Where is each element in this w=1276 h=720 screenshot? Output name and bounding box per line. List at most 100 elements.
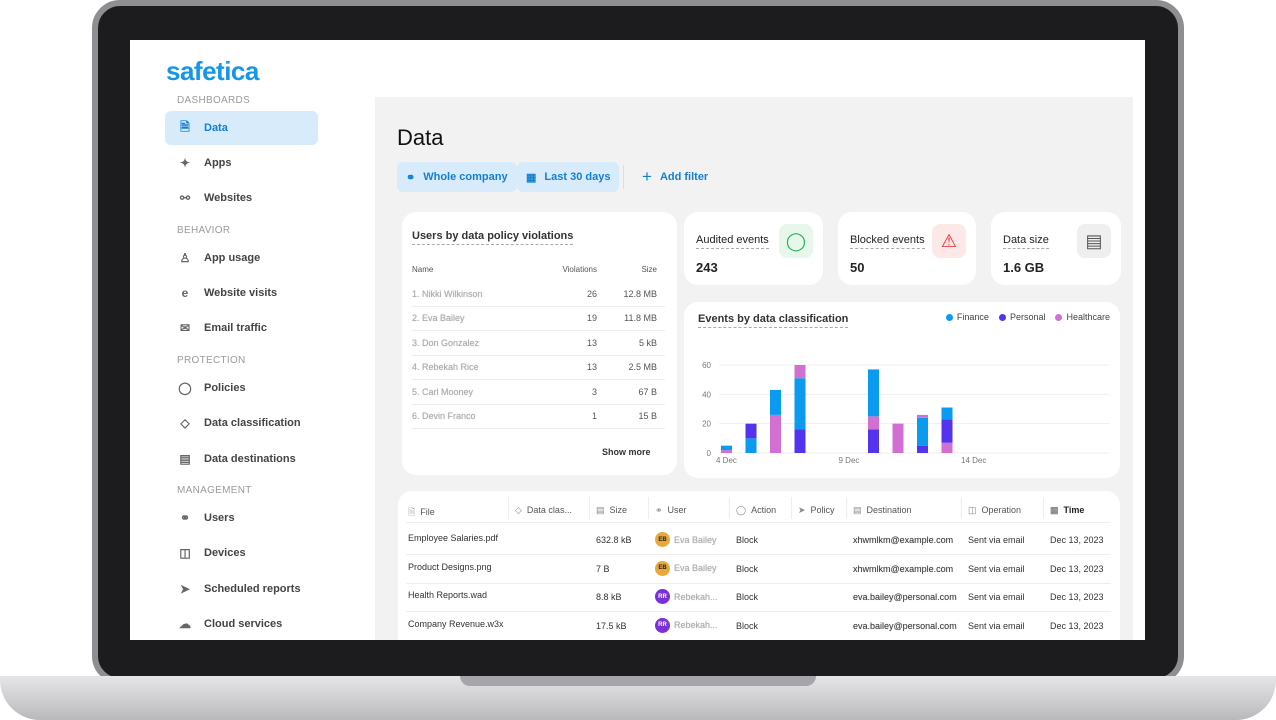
column-header-label: User — [667, 505, 687, 515]
sidebar-item-devices[interactable]: ◫ Devices — [165, 536, 318, 570]
sidebar-item-data-classification[interactable]: ◇ Data classification — [165, 406, 318, 440]
bar-segment-personal — [917, 445, 928, 453]
sidebar-item-app-usage[interactable]: ♙ App usage — [165, 241, 318, 275]
column-icon: ▦ — [1050, 505, 1059, 515]
user-name: 4. Rebekah Rice — [412, 362, 479, 373]
column-header[interactable]: ◇ Data clas... — [515, 505, 572, 516]
sidebar-item-label: Scheduled reports — [204, 583, 301, 595]
file-name: Product Designs.png — [408, 561, 492, 572]
operation: Sent via email — [968, 563, 1025, 574]
sidebar-item-website-visits[interactable]: e Website visits — [165, 276, 318, 310]
shield-icon: ◯ — [779, 224, 813, 258]
violations-count: 13 — [586, 362, 597, 373]
column-header-label: File — [420, 507, 435, 517]
bar-segment-healthcare — [917, 414, 928, 418]
column-header[interactable]: ▦ Time — [1050, 505, 1084, 516]
user-name: 1. Nikki Wilkinson — [412, 288, 483, 299]
user-row[interactable]: 4. Rebekah Rice 13 2.5 MB — [412, 356, 665, 380]
column-divider — [648, 497, 649, 519]
bar-segment-healthcare — [868, 416, 879, 430]
column-header[interactable]: 🗎 File — [408, 505, 435, 521]
sidebar-item-data[interactable]: 🗎 Data — [165, 111, 318, 145]
action: Block — [736, 620, 759, 631]
file-name: Company Revenue.w3x — [408, 618, 504, 629]
table-row[interactable]: Health Reports.wad 8.8 kB RR Rebekah... B… — [398, 583, 1120, 612]
data-size: 12.8 MB — [623, 288, 657, 299]
column-header[interactable]: ◯ Action — [736, 505, 776, 516]
briefcase-icon: ▤ — [179, 452, 191, 466]
browser-icon: e — [181, 286, 189, 300]
globe-icon: ⚯ — [179, 191, 191, 205]
user-name: Eva Bailey — [674, 563, 717, 573]
stat-value: 50 — [850, 260, 865, 275]
column-header[interactable]: ▤ Destination — [853, 505, 912, 516]
stat-card: Audited events 243 ◯ — [684, 212, 823, 285]
storage-icon: ▤ — [1077, 224, 1111, 258]
violations-count: 3 — [591, 386, 597, 397]
sidebar-item-apps[interactable]: ✦ Apps — [165, 146, 318, 180]
data-size: 15 B — [638, 411, 657, 422]
stat-value: 243 — [696, 260, 718, 275]
file-name: Health Reports.wad — [408, 590, 488, 600]
sidebar-item-label: Data destinations — [204, 453, 296, 465]
time: Dec 13, 2023 — [1050, 620, 1104, 631]
bar-segment-finance — [794, 378, 806, 430]
sidebar-item-policies[interactable]: ◯ Policies — [165, 371, 318, 405]
column-divider — [791, 497, 792, 519]
user-row[interactable]: 5. Carl Mooney 3 67 B — [412, 380, 665, 405]
bar-segment-healthcare — [941, 442, 953, 453]
bar-segment-personal — [745, 423, 757, 439]
sidebar-item-label: Policies — [204, 382, 246, 394]
show-more-button[interactable]: Show more — [602, 447, 651, 457]
add-filter-button[interactable]: + Add filter — [633, 162, 717, 192]
send-icon: ➤ — [179, 582, 191, 596]
file-name: Employee Salaries.pdf — [408, 533, 499, 543]
chess-icon: ♙ — [179, 251, 191, 265]
sidebar-section-label: BEHAVIOR — [177, 225, 231, 236]
data-size: 11.8 MB — [624, 313, 657, 324]
stat-label: Blocked events — [850, 234, 925, 249]
table-row[interactable]: Employee Salaries.pdf 632.8 kB EB Eva Bai… — [398, 526, 1120, 555]
sidebar-item-cloud-services[interactable]: ☁ Cloud services — [165, 607, 318, 640]
users-violations-card: Users by data policy violations Name Vio… — [402, 212, 677, 475]
devices-icon: ◫ — [179, 546, 191, 560]
user-row[interactable]: 1. Nikki Wilkinson 26 12.8 MB — [412, 282, 665, 307]
avatar: RR — [655, 589, 670, 604]
user-row[interactable]: 6. Devin Franco 1 15 B — [412, 405, 665, 429]
column-icon: ▤ — [853, 505, 862, 515]
stat-label: Audited events — [696, 234, 769, 249]
sidebar-section-label: DASHBOARDS — [177, 95, 251, 106]
column-header[interactable]: ▤ Size — [596, 505, 627, 516]
avatar: RR — [655, 617, 670, 633]
sidebar-item-websites[interactable]: ⚯ Websites — [165, 181, 318, 215]
sidebar-item-data-destinations[interactable]: ▤ Data destinations — [165, 442, 318, 476]
page-title: Data — [397, 125, 444, 150]
sidebar-item-label: Users — [204, 512, 235, 524]
column-header[interactable]: ◫ Operation — [968, 505, 1021, 516]
sidebar-item-label: Data — [204, 122, 228, 134]
main-content: Data ⚭ Whole company ▦ Last 30 days + Add f… — [375, 97, 1133, 640]
user-row[interactable]: 3. Don Gonzalez 13 5 kB — [412, 331, 665, 356]
column-header-label: Size — [609, 505, 628, 515]
sidebar-item-scheduled-reports[interactable]: ➤ Scheduled reports — [165, 572, 318, 606]
user-row[interactable]: 2. Eva Bailey 19 11.8 MB — [412, 307, 665, 331]
column-header-label: Data clas... — [526, 505, 572, 515]
period-filter-button[interactable]: ▦ Last 30 days — [517, 162, 620, 192]
column-header[interactable]: ⚭ User — [655, 505, 687, 516]
sidebar-item-label: App usage — [204, 252, 261, 264]
file-size: 7 B — [596, 563, 610, 574]
plus-icon: + — [642, 167, 652, 186]
table-row[interactable]: Product Designs.png 7 B EB Eva Bailey Blo… — [398, 555, 1120, 584]
header-divider — [406, 522, 1111, 523]
x-tick-label: 9 Dec — [839, 456, 860, 465]
scope-filter-button[interactable]: ⚭ Whole company — [397, 162, 517, 192]
users-icon: ⚭ — [406, 171, 416, 184]
sidebar-item-users[interactable]: ⚭ Users — [165, 501, 318, 535]
data-size: 5 kB — [638, 337, 657, 348]
table-row[interactable]: Company Revenue.w3x 17.5 kB RR Rebekah...… — [398, 612, 1120, 640]
sidebar-item-label: Cloud services — [204, 618, 283, 630]
sidebar-item-email-traffic[interactable]: ✉ Email traffic — [165, 311, 318, 345]
column-icon: ◫ — [968, 505, 977, 515]
sidebar-item-label: Apps — [204, 157, 232, 169]
column-header[interactable]: ➤ Policy — [798, 505, 835, 516]
